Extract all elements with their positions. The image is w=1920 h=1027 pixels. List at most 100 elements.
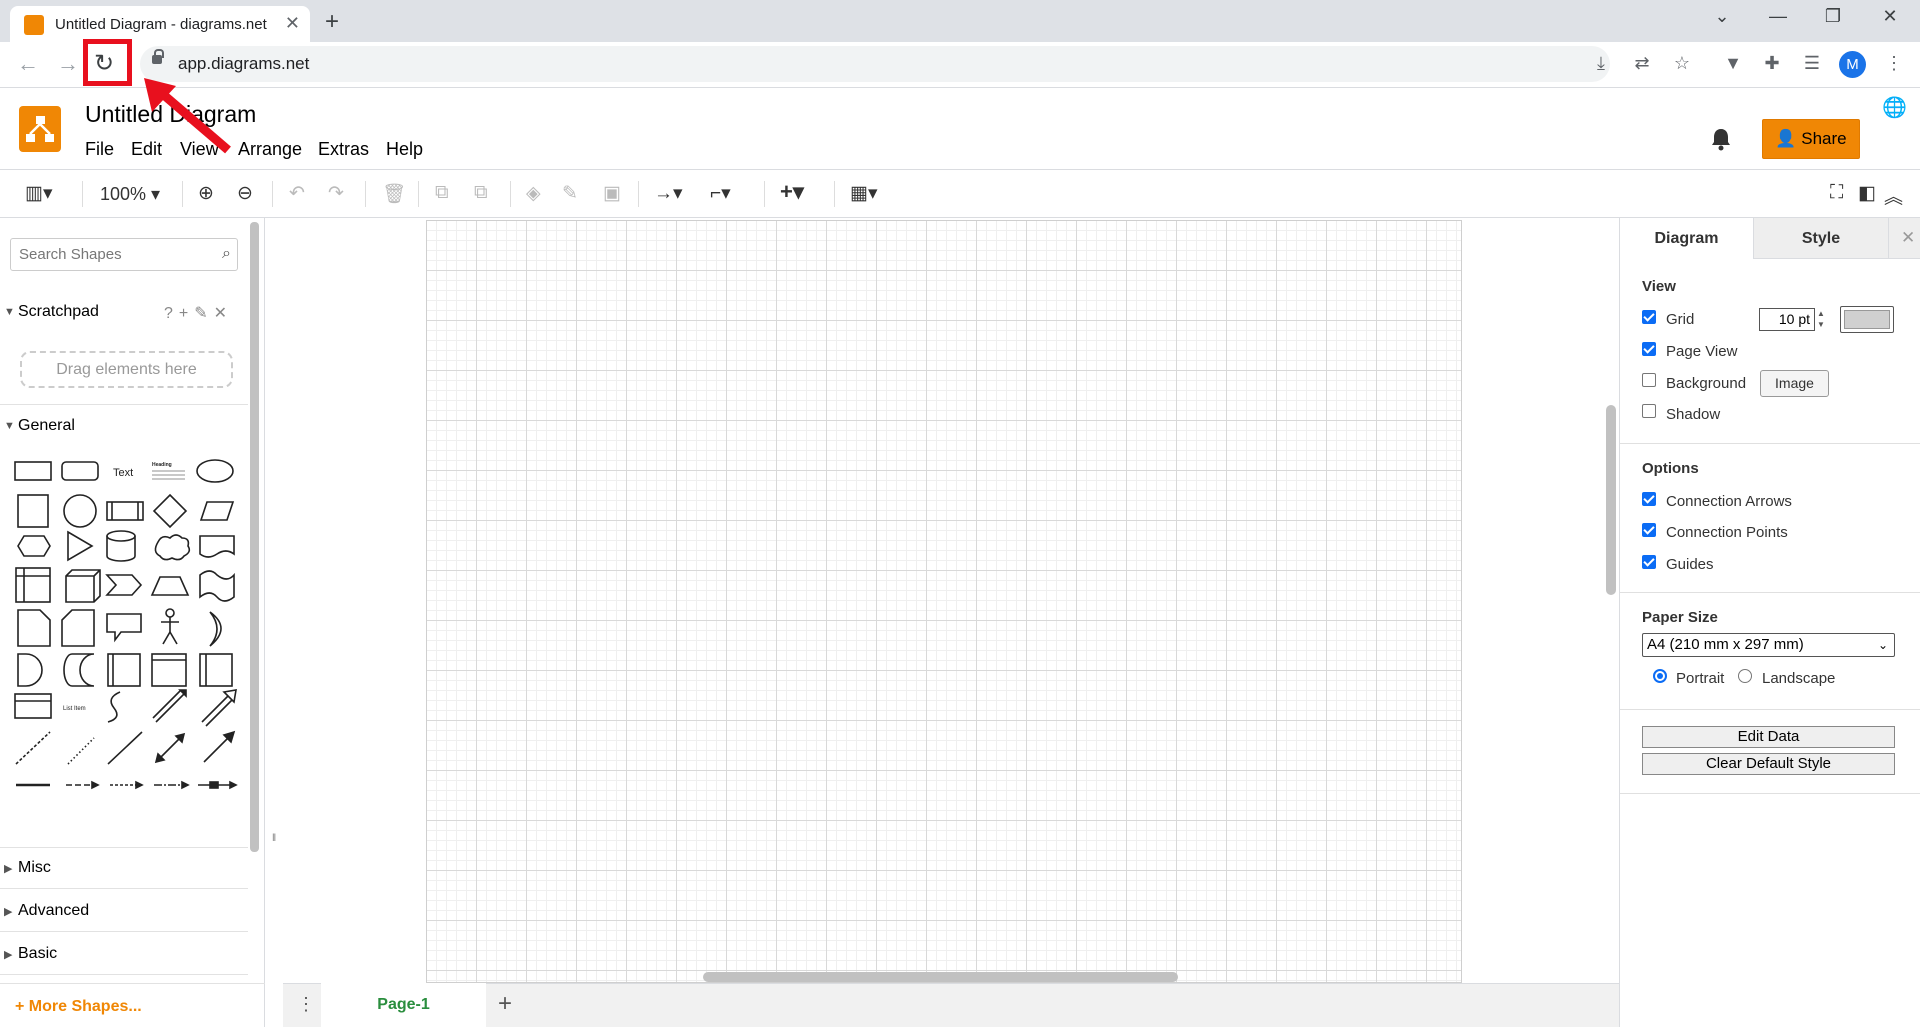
grid-size-spinner-icon[interactable]: ▲ ▼ — [1817, 308, 1825, 330]
grid-label: Grid — [1666, 311, 1695, 328]
collapse-header-icon[interactable]: ︽ — [1884, 182, 1903, 209]
undo-icon[interactable]: ↶ — [289, 182, 305, 205]
url-text[interactable]: app.diagrams.net — [178, 54, 309, 74]
fill-color-icon[interactable]: ◈ — [526, 182, 541, 205]
menu-file[interactable]: File — [85, 139, 114, 160]
canvas-horizontal-scrollbar[interactable] — [703, 972, 1178, 982]
divider — [0, 847, 248, 848]
zoom-dropdown[interactable]: 100% ▾ — [100, 184, 160, 205]
pages-menu-icon[interactable]: ⋮ — [297, 994, 315, 1015]
window-close-icon[interactable]: ✕ — [1870, 6, 1910, 27]
translate-icon[interactable]: ⇄ — [1628, 53, 1656, 74]
add-page-icon[interactable]: + — [498, 990, 512, 1018]
redo-icon[interactable]: ↷ — [328, 182, 344, 205]
restore-icon[interactable]: ❐ — [1813, 6, 1853, 27]
landscape-label: Landscape — [1762, 670, 1836, 687]
portrait-radio[interactable] — [1653, 669, 1667, 683]
page-tab-active[interactable]: Page-1 — [321, 983, 486, 1027]
close-panel-icon[interactable]: ✕ — [1901, 228, 1915, 248]
fullscreen-icon[interactable]: ⛶ — [1830, 182, 1843, 204]
clear-default-style-button[interactable]: Clear Default Style — [1642, 753, 1895, 775]
notification-bell-icon[interactable] — [1710, 127, 1732, 151]
menu-help[interactable]: Help — [386, 139, 423, 160]
insert-plus-icon[interactable]: +▾ — [780, 179, 804, 205]
share-button[interactable]: 👤 Share — [1762, 119, 1860, 159]
toolbar-divider — [82, 181, 83, 207]
search-shapes-input[interactable] — [19, 246, 209, 263]
sidebar-splitter-handle[interactable]: ‖ — [272, 833, 276, 844]
waypoints-icon[interactable]: ⌐▾ — [710, 182, 731, 205]
media-queue-icon[interactable]: ☰ — [1798, 53, 1826, 74]
forward-icon[interactable]: → — [54, 51, 82, 77]
grid-checkbox[interactable] — [1642, 310, 1656, 324]
tab-style[interactable]: Style — [1753, 218, 1888, 259]
toggle-format-icon[interactable]: ◧ — [1858, 182, 1876, 205]
search-icon[interactable]: ⌕ — [222, 245, 231, 263]
background-checkbox[interactable] — [1642, 373, 1656, 387]
page-view-checkbox[interactable] — [1642, 342, 1656, 356]
new-tab-icon[interactable]: + — [325, 8, 339, 36]
sidebar-scrollbar[interactable] — [250, 222, 259, 852]
section-scratchpad[interactable]: ▼ Scratchpad ?+✎✕ — [0, 298, 248, 328]
expand-arrow-icon: ▼ — [4, 306, 15, 318]
to-back-icon[interactable]: ⧉ — [474, 182, 488, 204]
section-misc[interactable]: ▶ Misc — [0, 854, 248, 884]
background-image-button[interactable]: Image — [1760, 370, 1829, 397]
menu-extras[interactable]: Extras — [318, 139, 369, 160]
shape-listitem-label: List Item — [63, 706, 86, 712]
paper-size-select[interactable]: A4 (210 mm x 297 mm) ⌄ — [1642, 633, 1895, 657]
scratchpad-drop-zone[interactable]: Drag elements here — [20, 351, 233, 388]
browser-tab[interactable]: Untitled Diagram - diagrams.net ✕ — [10, 6, 310, 42]
lock-icon[interactable] — [152, 49, 164, 64]
table-icon[interactable]: ▦▾ — [850, 182, 878, 205]
address-bar[interactable] — [140, 46, 1610, 82]
grid-color-swatch[interactable] — [1840, 306, 1894, 333]
section-general[interactable]: ▼ General — [0, 412, 248, 442]
browser-menu-icon[interactable]: ⋮ — [1880, 53, 1908, 74]
edit-data-button[interactable]: Edit Data — [1642, 726, 1895, 748]
more-shapes-link[interactable]: + More Shapes... — [15, 998, 142, 1016]
app-header: Untitled Diagram File Edit View Arrange … — [0, 89, 1920, 169]
tab-search-icon[interactable]: ⌄ — [1702, 6, 1742, 27]
minimize-icon[interactable]: — — [1758, 6, 1798, 27]
guides-checkbox[interactable] — [1642, 555, 1656, 569]
shadow-checkbox[interactable] — [1642, 404, 1656, 418]
back-icon[interactable]: ← — [14, 51, 42, 77]
diagram-canvas[interactable] — [283, 218, 1619, 983]
tab-close-icon[interactable]: ✕ — [285, 13, 300, 34]
connection-points-checkbox[interactable] — [1642, 523, 1656, 537]
drawio-logo-icon — [19, 106, 61, 152]
zoom-level: 100% — [100, 184, 147, 204]
general-shapes-grid[interactable]: Text Heading List Item — [10, 450, 240, 808]
extensions-puzzle-icon[interactable]: ✚ — [1758, 53, 1786, 74]
delete-icon[interactable]: 🗑 — [382, 182, 406, 206]
bookmark-star-icon[interactable]: ☆ — [1668, 53, 1696, 74]
paper-size-title: Paper Size — [1642, 609, 1718, 626]
zoom-in-icon[interactable]: ⊕ — [198, 182, 214, 205]
extension-v-icon[interactable]: ▼ — [1719, 53, 1747, 74]
tab-diagram[interactable]: Diagram — [1620, 218, 1753, 259]
install-icon[interactable]: ⤓ — [1587, 53, 1615, 74]
section-advanced[interactable]: ▶ Advanced — [0, 897, 248, 927]
zoom-out-icon[interactable]: ⊖ — [237, 182, 253, 205]
connection-style-icon[interactable]: →▾ — [654, 182, 683, 205]
profile-avatar[interactable]: M — [1839, 51, 1866, 78]
scratchpad-tools[interactable]: ?+✎✕ — [164, 303, 233, 323]
divider — [0, 404, 248, 405]
canvas-vertical-scrollbar[interactable] — [1606, 405, 1616, 595]
toolbar-divider — [510, 181, 511, 207]
to-front-icon[interactable]: ⧉ — [435, 182, 449, 204]
language-globe-icon[interactable]: 🌐 — [1882, 95, 1907, 120]
grid-page[interactable] — [426, 220, 1462, 983]
line-color-icon[interactable]: ✎ — [562, 182, 578, 205]
view-section-title: View — [1642, 278, 1676, 295]
section-basic[interactable]: ▶ Basic — [0, 940, 248, 970]
menu-arrange[interactable]: Arrange — [238, 139, 302, 160]
grid-size-input[interactable]: 10 pt — [1759, 308, 1815, 331]
background-label: Background — [1666, 375, 1747, 392]
connection-arrows-checkbox[interactable] — [1642, 492, 1656, 506]
shadow-icon[interactable]: ▣ — [603, 182, 621, 205]
landscape-radio[interactable] — [1738, 669, 1752, 683]
format-panel-toggle-icon[interactable]: ▥▾ — [25, 182, 53, 205]
drawing-toolbar: ▥▾ 100% ▾ ⊕ ⊖ ↶ ↷ 🗑 ⧉ ⧉ ◈ ✎ ▣ →▾ ⌐▾ +▾ ▦… — [0, 169, 1920, 218]
